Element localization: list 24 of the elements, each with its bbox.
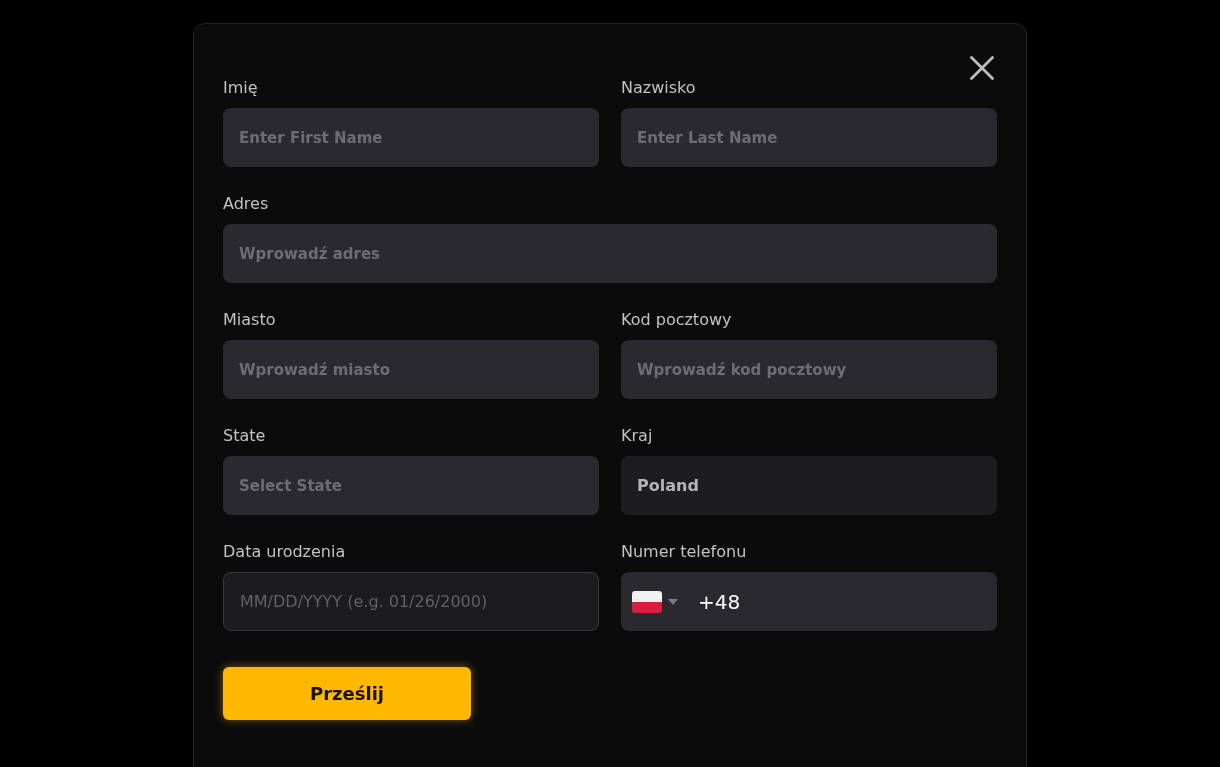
text-field[interactable]: Select State (223, 456, 599, 515)
field-label: Kod pocztowy (621, 310, 732, 330)
close-icon (970, 56, 994, 80)
flag-icon (632, 590, 662, 613)
phone-field[interactable]: +48 (621, 572, 997, 631)
field-label: State (223, 426, 266, 446)
text-field[interactable]: Wprowadź kod pocztowy (621, 340, 997, 399)
caret-icon (668, 598, 678, 605)
field-label: Data urodzenia (223, 542, 346, 562)
field-label: Imię (223, 78, 258, 98)
phone-number-input[interactable]: +48 (698, 589, 986, 614)
field-label: Miasto (223, 310, 276, 330)
field-label: Numer telefonu (621, 542, 747, 562)
submit-button[interactable]: Prześlij (223, 667, 471, 720)
date-field[interactable]: MM/DD/YYYY (e.g. 01/26/2000) (223, 572, 599, 631)
field-label: Kraj (621, 426, 653, 446)
text-field[interactable]: Enter First Name (223, 108, 599, 167)
field-label: Nazwisko (621, 78, 696, 98)
text-field[interactable]: Wprowadź miasto (223, 340, 599, 399)
text-field[interactable]: Wprowadź adres (223, 224, 997, 283)
close-button[interactable] (970, 56, 994, 80)
field-label: Adres (223, 194, 269, 214)
text-field[interactable]: Enter Last Name (621, 108, 997, 167)
country-select-button[interactable] (632, 590, 678, 613)
